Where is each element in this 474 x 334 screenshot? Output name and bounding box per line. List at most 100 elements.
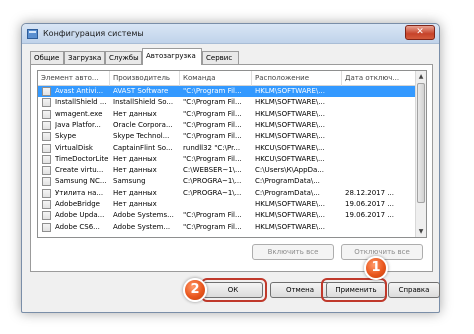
date-disabled-cell [345, 222, 417, 233]
manufacturer-cell: Skype Technol... [113, 132, 170, 141]
command-cell: "C:\Program Fil... [183, 98, 242, 107]
table-row[interactable]: Adobe CS6... Adobe System... "C:\Program F… [38, 222, 416, 233]
close-button[interactable]: ✕ [405, 25, 435, 40]
tab-tools[interactable]: Сервис [202, 51, 239, 64]
table-row[interactable]: Avast Antivi... AVAST Software "C:\Program… [38, 86, 416, 98]
command-cell: "C:\Program Fil... [183, 154, 242, 163]
table-row[interactable]: Samsung NC... Samsung C:\PROGRA~1\... C:\Pr… [38, 176, 416, 187]
startup-item-checkbox[interactable] [42, 87, 51, 96]
table-row[interactable]: Adobe Upda... Adobe Systems... "C:\Program… [38, 210, 416, 221]
manufacturer-cell: Нет данных [113, 188, 157, 197]
date-disabled-cell: 19.06.2017 ... [345, 200, 394, 208]
table-row[interactable]: VirtualDisk CaptainFlint So... rundll32 "C… [38, 143, 416, 154]
tab-startup[interactable]: Автозагрузка [142, 48, 202, 65]
startup-item-checkbox[interactable] [42, 222, 51, 232]
command-cell: C:\WEBSER~1\... [183, 166, 242, 175]
msconfig-app-icon [27, 29, 38, 39]
scroll-down-icon[interactable]: ▼ [416, 226, 426, 237]
startup-item-checkbox[interactable] [42, 120, 51, 130]
date-disabled-cell [345, 120, 417, 131]
manufacturer-cell: Samsung [113, 177, 146, 186]
table-row[interactable]: Java Platfor... Oracle Corpora... "C:\Prog… [38, 120, 416, 131]
location-cell: HKCU\SOFTWARE\... [255, 143, 325, 152]
tab-general[interactable]: Общие [30, 51, 64, 64]
item-name-cell: Утилита на... [55, 188, 104, 197]
item-name-cell: TimeDoctorLite [55, 154, 109, 163]
startup-list: Элемент авто... Производитель Команда Ра… [37, 70, 427, 238]
ok-highlight-frame [201, 278, 267, 302]
startup-item-checkbox[interactable] [42, 154, 51, 164]
title-bar[interactable]: Конфигурация системы ✕ [22, 24, 439, 44]
startup-item-checkbox[interactable] [42, 132, 51, 142]
date-disabled-cell [345, 143, 417, 154]
location-cell: HKLM\SOFTWARE\... [255, 87, 325, 95]
table-row[interactable]: Create virtu... Нет данных C:\WEBSER~1\...… [38, 165, 416, 176]
startup-item-checkbox[interactable] [42, 200, 51, 209]
table-row[interactable]: Skype Skype Technol... "C:\Program Fil... H… [38, 131, 416, 142]
manufacturer-cell: AVAST Software [113, 87, 169, 95]
column-header-manufacturer[interactable]: Производитель [110, 71, 180, 86]
location-cell: HKLM\SOFTWARE\... [255, 200, 325, 208]
table-row[interactable]: Утилита на... Нет данных C:\PROGRA~1\... C:… [38, 188, 416, 199]
column-header-location[interactable]: Расположение [252, 71, 342, 86]
table-row[interactable]: InstallShield ... InstallShield So... "C:\… [38, 97, 416, 108]
date-disabled-cell [345, 131, 417, 142]
enable-all-button[interactable]: Включить все [252, 244, 334, 260]
scroll-up-icon[interactable]: ▲ [416, 71, 426, 82]
startup-item-checkbox[interactable] [42, 211, 51, 221]
item-name-cell: wmagent.exe [55, 109, 103, 118]
command-cell: "C:\Program Fil... [183, 222, 242, 231]
manufacturer-cell: Нет данных [113, 154, 157, 163]
column-header-item[interactable]: Элемент авто... [38, 71, 110, 86]
date-disabled-cell: 28.12.2017 ... [345, 188, 394, 197]
command-cell: "C:\Program Fil... [183, 109, 242, 118]
item-name-cell: Skype [55, 132, 77, 141]
item-name-cell: Adobe CS6... [55, 222, 100, 231]
location-cell: C:\Users\К\AppDa... [255, 166, 324, 175]
startup-panel: Элемент авто... Производитель Команда Ра… [30, 64, 433, 272]
item-name-cell: Samsung NC... [55, 177, 107, 186]
table-row[interactable]: AdobeBridge Нет данных HKLM\SOFTWARE\... 19… [38, 199, 416, 210]
location-cell: HKLM\SOFTWARE\... [255, 132, 325, 141]
startup-item-checkbox[interactable] [42, 109, 51, 119]
table-row[interactable]: wmagent.exe Нет данных "C:\Program Fil... H… [38, 109, 416, 120]
list-header: Элемент авто... Производитель Команда Ра… [38, 71, 416, 86]
command-cell: "C:\Program Fil... [183, 211, 242, 220]
manufacturer-cell: Adobe System... [113, 222, 171, 231]
date-disabled-cell [345, 165, 417, 176]
item-name-cell: AdobeBridge [55, 200, 100, 208]
date-disabled-cell: 19.06.2017 ... [345, 211, 394, 220]
step-2-badge: 2 [183, 278, 207, 302]
tab-services[interactable]: Службы [105, 51, 142, 64]
date-disabled-cell [345, 97, 417, 108]
help-button[interactable]: Справка [388, 282, 440, 298]
date-disabled-cell [345, 154, 417, 165]
command-cell: "C:\Program Fil... [183, 87, 242, 95]
item-name-cell: Java Platfor... [55, 120, 101, 129]
startup-item-checkbox[interactable] [42, 143, 51, 153]
manufacturer-cell: CaptainFlint So... [113, 143, 173, 152]
location-cell: C:\ProgramData\... [255, 177, 320, 186]
item-name-cell: Adobe Upda... [55, 211, 105, 220]
window-title: Конфигурация системы [43, 29, 144, 38]
column-header-command[interactable]: Команда [180, 71, 252, 86]
date-disabled-cell [345, 109, 417, 120]
scroll-thumb[interactable] [417, 83, 425, 203]
startup-item-checkbox[interactable] [42, 188, 51, 198]
command-cell: "C:\Program Fil... [183, 120, 242, 129]
startup-item-checkbox[interactable] [42, 98, 51, 108]
column-header-date-disabled[interactable]: Дата отключ... [342, 71, 416, 86]
startup-item-checkbox[interactable] [42, 177, 51, 187]
location-cell: HKLM\SOFTWARE\... [255, 211, 325, 220]
step-1-badge: 1 [364, 256, 388, 280]
location-cell: HKLM\SOFTWARE\... [255, 109, 325, 118]
command-cell [183, 199, 253, 210]
manufacturer-cell: Нет данных [113, 166, 157, 175]
table-row[interactable]: TimeDoctorLite Нет данных "C:\Program Fil.… [38, 154, 416, 165]
item-name-cell: VirtualDisk [55, 143, 93, 152]
apply-highlight-frame [321, 278, 387, 302]
vertical-scrollbar[interactable]: ▲ ▼ [415, 71, 426, 237]
startup-item-checkbox[interactable] [42, 166, 51, 176]
command-cell: "C:\Program Fil... [183, 132, 242, 141]
tab-boot[interactable]: Загрузка [64, 51, 105, 64]
